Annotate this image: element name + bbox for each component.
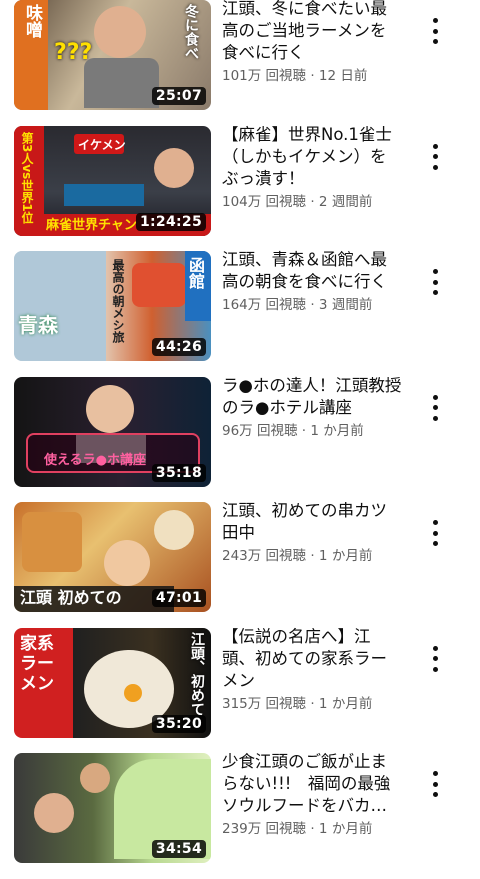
video-title[interactable]: 【麻雀】世界No.1雀士（しかもイケメン）をぶっ潰す！ (222, 124, 402, 190)
video-title[interactable]: ラ●ホの達人！江頭教授のラ●ホテル講座 (222, 375, 402, 419)
video-duration: 34:54 (151, 840, 206, 858)
video-duration: 35:20 (151, 714, 206, 733)
video-meta: 104万 回視聴 · 2 週間前 (222, 193, 373, 210)
video-meta: 164万 回視聴 · 3 週間前 (222, 297, 373, 313)
video-thumbnail[interactable]: 第3人vs世界1位 イケメン 麻雀世界チャン 1:24:25 (14, 125, 211, 236)
thumb-person (34, 793, 74, 833)
video-info[interactable]: 江頭、冬に食べたい最高のご当地ラーメンを食べに行く 101万 回視聴 · 12 … (222, 0, 402, 85)
video-row[interactable]: 青森 最高の朝メシ旅 函館 44:26 江頭、青森＆函館へ最高の朝食を食べに行く… (0, 249, 480, 377)
video-info[interactable]: 【麻雀】世界No.1雀士（しかもイケメン）をぶっ潰す！ 104万 回視聴 · 2… (222, 124, 402, 211)
thumb-overlay-text: 味噌 (22, 4, 42, 38)
video-title[interactable]: 【伝説の名店へ】江頭、初めての家系ラーメン (222, 626, 402, 692)
thumb-overlay-text-a: 第3人vs世界1位 (20, 131, 34, 224)
video-thumbnail[interactable]: 江頭 初めての 47:01 (14, 502, 211, 612)
video-row[interactable]: 第3人vs世界1位 イケメン 麻雀世界チャン 1:24:25 【麻雀】世界No.… (0, 124, 480, 252)
video-duration: 44:26 (151, 338, 206, 356)
thumb-egg (124, 683, 142, 702)
video-info[interactable]: 江頭、初めての串カツ田中 243万 回視聴 · 1 か月前 (222, 500, 402, 565)
video-thumbnail[interactable]: 34:54 (14, 753, 211, 863)
thumb-caption: 最高の朝メシ旅 (111, 259, 125, 343)
video-meta: 315万 回視聴 · 1 か月前 (222, 695, 373, 712)
thumb-overlay-text-b: 冬に食べ (183, 4, 199, 60)
video-thumbnail[interactable]: 家系ラーメン 江頭、初めて 35:20 (14, 627, 211, 738)
video-meta: 239万 回視聴 · 1 か月前 (222, 821, 373, 837)
thumb-ikura (132, 263, 186, 307)
three-dot-vertical-icon[interactable] (425, 394, 445, 421)
thumb-overlay-text: 江頭 初めての (20, 588, 122, 607)
video-info[interactable]: 江頭、青森＆函館へ最高の朝食を食べに行く 164万 回視聴 · 3 週間前 (222, 249, 402, 314)
thumb-table (64, 183, 144, 206)
video-meta: 101万 回視聴 · 12 日前 (222, 68, 368, 84)
thumb-overlay-text-b: 青森 (18, 313, 58, 337)
video-thumbnail[interactable]: 味噌 ??? 冬に食べ 25:07 (14, 0, 211, 110)
video-info[interactable]: 少食江頭のご飯が止まらない!!! 福岡の最強ソウルフードをバカ… 239万 回視… (222, 751, 402, 838)
video-duration: 25:07 (151, 87, 206, 105)
video-title[interactable]: 江頭、初めての串カツ田中 (222, 500, 402, 544)
thumb-overlay-text: 函館 (186, 257, 205, 289)
three-dot-vertical-icon[interactable] (425, 645, 445, 672)
video-duration: 35:18 (151, 463, 206, 482)
video-meta: 243万 回視聴 · 1 か月前 (222, 548, 373, 564)
thumb-overlay-text: イケメン (78, 137, 126, 152)
thumb-person (86, 384, 134, 433)
thumb-shirt (84, 58, 159, 108)
three-dot-vertical-icon[interactable] (425, 18, 445, 44)
three-dot-vertical-icon[interactable] (425, 520, 445, 546)
video-info[interactable]: ラ●ホの達人！江頭教授のラ●ホテル講座 96万 回視聴 · 1 か月前 (222, 375, 402, 440)
video-list: 味噌 ??? 冬に食べ 25:07 江頭、冬に食べたい最高のご当地ラーメンを食べ… (0, 0, 480, 879)
video-row[interactable]: 使えるラ●ホ講座 35:18 ラ●ホの達人！江頭教授のラ●ホテル講座 96万 回… (0, 375, 480, 503)
video-title[interactable]: 江頭、冬に食べたい最高のご当地ラーメンを食べに行く (222, 0, 402, 64)
thumb-overlay-text-b: 麻雀世界チャン (46, 217, 137, 233)
video-row[interactable]: 江頭 初めての 47:01 江頭、初めての串カツ田中 243万 回視聴 · 1 … (0, 500, 480, 628)
video-duration: 1:24:25 (135, 212, 206, 231)
thumb-person (94, 6, 146, 58)
three-dot-vertical-icon[interactable] (425, 269, 445, 295)
thumb-overlay-text-b: 江頭、初めて (189, 631, 205, 716)
thumb-food (22, 512, 82, 572)
video-title[interactable]: 少食江頭のご飯が止まらない!!! 福岡の最強ソウルフードをバカ… (222, 751, 402, 817)
three-dot-vertical-icon[interactable] (425, 143, 445, 170)
video-duration: 47:01 (151, 589, 206, 607)
video-info[interactable]: 【伝説の名店へ】江頭、初めての家系ラーメン 315万 回視聴 · 1 か月前 (222, 626, 402, 713)
video-meta: 96万 回視聴 · 1 か月前 (222, 422, 364, 439)
video-row[interactable]: 味噌 ??? 冬に食べ 25:07 江頭、冬に食べたい最高のご当地ラーメンを食べ… (0, 0, 480, 126)
thumb-panel-left (14, 251, 106, 361)
thumb-person (104, 540, 150, 586)
thumb-person (154, 147, 194, 188)
video-title[interactable]: 江頭、青森＆函館へ最高の朝食を食べに行く (222, 249, 402, 293)
thumb-overlay-text: 家系ラーメン (20, 633, 54, 694)
video-thumbnail[interactable]: 青森 最高の朝メシ旅 函館 44:26 (14, 251, 211, 361)
video-row[interactable]: 家系ラーメン 江頭、初めて 35:20 【伝説の名店へ】江頭、初めての家系ラーメ… (0, 626, 480, 754)
three-dot-vertical-icon[interactable] (425, 771, 445, 797)
thumb-person (80, 763, 110, 793)
thumb-food (154, 510, 194, 550)
thumb-overlay-text: 使えるラ●ホ講座 (44, 452, 146, 468)
video-row[interactable]: 34:54 少食江頭のご飯が止まらない!!! 福岡の最強ソウルフードをバカ… 2… (0, 751, 480, 879)
video-thumbnail[interactable]: 使えるラ●ホ講座 35:18 (14, 376, 211, 487)
